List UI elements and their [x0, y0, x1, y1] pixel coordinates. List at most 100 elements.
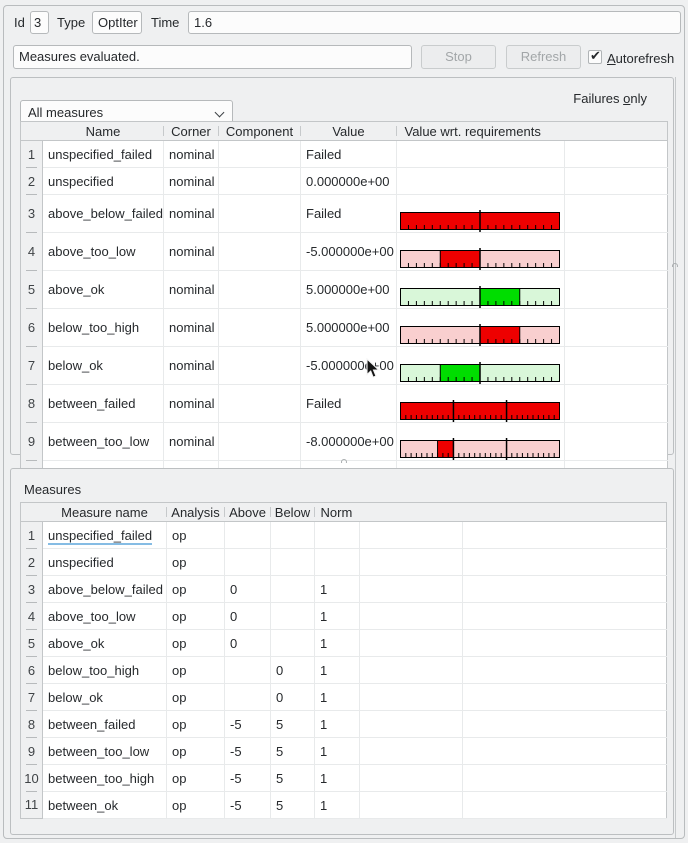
cell-norm[interactable]: 1	[315, 792, 360, 819]
cell-above[interactable]	[225, 684, 271, 711]
column-header-name[interactable]: Name	[43, 122, 164, 141]
cell-value[interactable]: Failed	[301, 385, 397, 423]
row-number[interactable]: 9	[21, 423, 43, 461]
table-row[interactable]: 1 unspecified_failed op	[21, 522, 667, 549]
table-row[interactable]: 6 below_too_high nominal 5.000000e+00	[21, 309, 668, 347]
table-row[interactable]: 9 between_too_low op -5 5 1	[21, 738, 667, 765]
row-number[interactable]: 2	[21, 168, 43, 195]
table-row[interactable]: 3 above_below_failed nominal Failed	[21, 195, 668, 233]
column-header-value[interactable]: Value	[301, 122, 397, 141]
row-number[interactable]: 4	[21, 233, 43, 271]
table-row[interactable]: 1 unspecified_failed nominal Failed	[21, 141, 668, 168]
cell-measure-name[interactable]: unspecified_failed	[43, 522, 167, 549]
column-header-value-wrt[interactable]: Value wrt. requirements	[397, 122, 565, 141]
row-number[interactable]: 6	[21, 309, 43, 347]
cell-corner[interactable]: nominal	[164, 233, 219, 271]
cell-norm[interactable]: 1	[315, 657, 360, 684]
cell-component[interactable]	[219, 271, 301, 309]
cell-analysis[interactable]: op	[167, 711, 225, 738]
cell-below[interactable]	[271, 549, 315, 576]
row-number[interactable]: 8	[21, 711, 43, 738]
stop-button[interactable]: Stop	[421, 45, 496, 69]
table-row[interactable]: 9 between_too_low nominal -8.000000e+00	[21, 423, 668, 461]
cell-corner[interactable]: nominal	[164, 168, 219, 195]
corner-button[interactable]	[21, 122, 43, 141]
cell-name[interactable]: below_too_high	[43, 309, 164, 347]
cell-value[interactable]: 5.000000e+00	[301, 271, 397, 309]
column-header-component[interactable]: Component	[219, 122, 301, 141]
row-number[interactable]: 9	[21, 738, 43, 765]
cell-value[interactable]: Failed	[301, 141, 397, 168]
cell-corner[interactable]: nominal	[164, 309, 219, 347]
cell-component[interactable]	[219, 309, 301, 347]
table-row[interactable]: 7 below_ok nominal -5.000000e+00	[21, 347, 668, 385]
cell-norm[interactable]: 1	[315, 711, 360, 738]
cell-norm[interactable]: 1	[315, 738, 360, 765]
cell-name[interactable]: above_too_low	[43, 233, 164, 271]
table-row[interactable]: 11 between_ok op -5 5 1	[21, 792, 667, 819]
cell-norm[interactable]	[315, 522, 360, 549]
cell-measure-name[interactable]: between_too_high	[43, 765, 167, 792]
column-header-analysis[interactable]: Analysis	[167, 503, 225, 522]
cell-below[interactable]: 5	[271, 711, 315, 738]
cell-measure-name[interactable]: between_failed	[43, 711, 167, 738]
table-row[interactable]: 3 above_below_failed op 0 1	[21, 576, 667, 603]
cell-name[interactable]: above_ok	[43, 271, 164, 309]
row-number[interactable]: 10	[21, 765, 43, 792]
cell-analysis[interactable]: op	[167, 738, 225, 765]
cell-below[interactable]: 0	[271, 684, 315, 711]
cell-name[interactable]: below_ok	[43, 347, 164, 385]
cell-component[interactable]	[219, 141, 301, 168]
table-row[interactable]: 8 between_failed op -5 5 1	[21, 711, 667, 738]
corner-button[interactable]	[21, 503, 43, 522]
cell-analysis[interactable]: op	[167, 765, 225, 792]
cell-measure-name[interactable]: between_too_low	[43, 738, 167, 765]
cell-above[interactable]: -5	[225, 711, 271, 738]
cell-below[interactable]: 5	[271, 738, 315, 765]
cell-name[interactable]: between_failed	[43, 385, 164, 423]
cell-above[interactable]: -5	[225, 765, 271, 792]
table-row[interactable]: 4 above_too_low nominal -5.000000e+00	[21, 233, 668, 271]
cell-above[interactable]: -5	[225, 792, 271, 819]
cell-value[interactable]: 0.000000e+00	[301, 168, 397, 195]
cell-above[interactable]: 0	[225, 630, 271, 657]
row-number[interactable]: 11	[21, 792, 43, 819]
cell-above[interactable]	[225, 657, 271, 684]
cell-value[interactable]: -8.000000e+00	[301, 423, 397, 461]
cell-name[interactable]: above_below_failed	[43, 195, 164, 233]
cell-above[interactable]: 0	[225, 576, 271, 603]
cell-analysis[interactable]: op	[167, 603, 225, 630]
row-number[interactable]: 1	[21, 141, 43, 168]
table-row[interactable]: 8 between_failed nominal Failed	[21, 385, 668, 423]
cell-below[interactable]	[271, 522, 315, 549]
row-number[interactable]: 4	[21, 603, 43, 630]
cell-component[interactable]	[219, 233, 301, 271]
row-number[interactable]: 5	[21, 630, 43, 657]
table-row[interactable]: 5 above_ok op 0 1	[21, 630, 667, 657]
cell-norm[interactable]	[315, 549, 360, 576]
table-row[interactable]: 2 unspecified nominal 0.000000e+00	[21, 168, 668, 195]
horizontal-splitter-handle[interactable]	[341, 459, 349, 463]
row-number[interactable]: 6	[21, 657, 43, 684]
cell-measure-name[interactable]: above_ok	[43, 630, 167, 657]
cell-corner[interactable]: nominal	[164, 195, 219, 233]
cell-measure-name[interactable]: between_ok	[43, 792, 167, 819]
cell-value-wrt-requirements[interactable]	[397, 195, 565, 233]
cell-above[interactable]: 0	[225, 603, 271, 630]
cell-corner[interactable]: nominal	[164, 423, 219, 461]
table-row[interactable]: 6 below_too_high op 0 1	[21, 657, 667, 684]
table-row[interactable]: 10 between_too_high op -5 5 1	[21, 765, 667, 792]
row-number[interactable]: 1	[21, 522, 43, 549]
cell-analysis[interactable]: op	[167, 684, 225, 711]
cell-value-wrt-requirements[interactable]	[397, 168, 565, 195]
vertical-splitter-handle[interactable]	[675, 77, 676, 838]
row-number[interactable]: 3	[21, 195, 43, 233]
row-number[interactable]: 8	[21, 385, 43, 423]
cell-component[interactable]	[219, 385, 301, 423]
column-header-above[interactable]: Above	[225, 503, 271, 522]
table-row[interactable]: 2 unspecified op	[21, 549, 667, 576]
cell-below[interactable]	[271, 576, 315, 603]
cell-analysis[interactable]: op	[167, 630, 225, 657]
time-field[interactable]: 1.6	[188, 11, 681, 34]
type-field[interactable]: OptIter	[92, 11, 142, 34]
